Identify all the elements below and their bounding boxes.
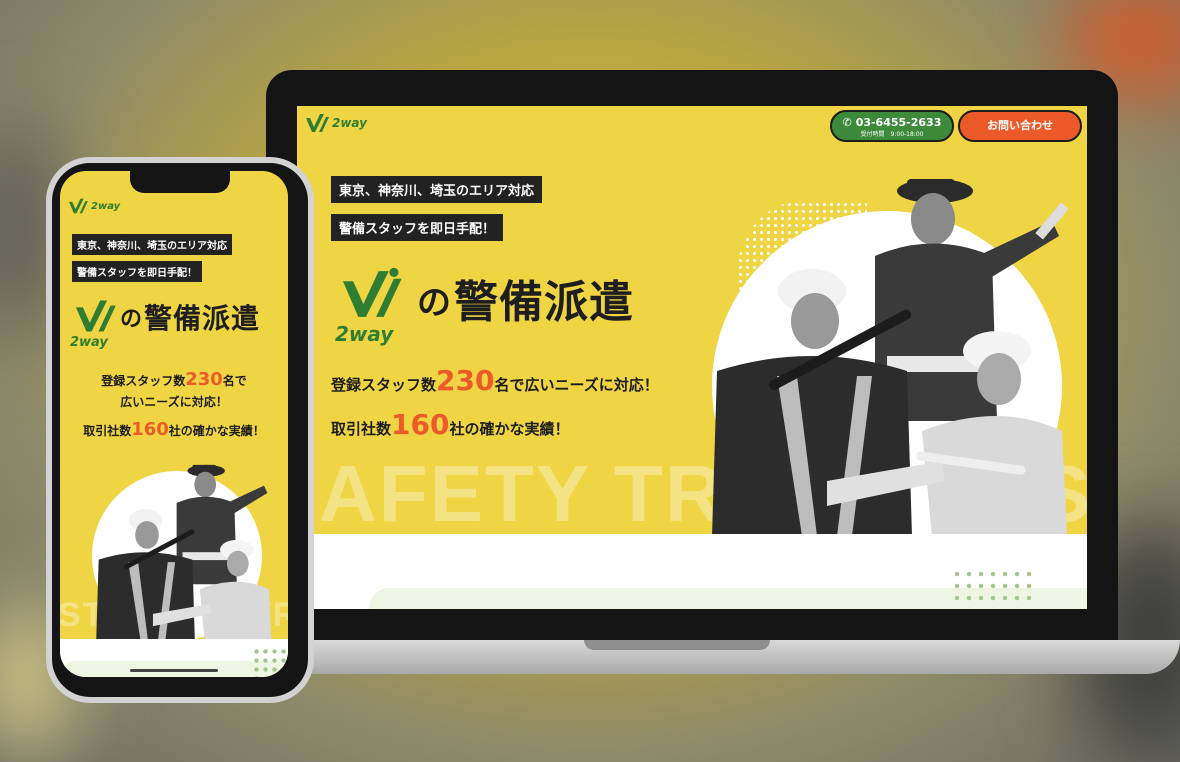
mobile-stat-staff: 登録スタッフ数230名で [60,369,288,390]
dispatch-tag: 警備スタッフを即日手配！ [72,261,202,282]
security-guards-image [712,179,1069,536]
phone-number: 03-6455-2633 [855,116,942,129]
stat-staff-number: 230 [185,369,223,390]
title-particle: の [120,307,144,332]
stat-clients-number: 160 [131,419,169,440]
stat-clients-pre: 取引社数 [331,420,392,438]
stat-clients-number: 160 [391,408,450,441]
stat-staff-post: 名で広いニーズに対応！ [494,376,659,394]
hero-logo-word: 2way [70,335,108,350]
phone-button[interactable]: ✆ 03-6455-2633 受付時間 9:00-18:00 [830,110,954,142]
home-indicator [130,669,218,672]
stat-clients-pre: 取引社数 [83,424,132,438]
phone-icon: ✆ [842,116,852,129]
stat-staff-pre: 登録スタッフ数 [331,376,437,394]
title-main: 警備派遣 [454,277,634,328]
title-particle: の [417,283,452,323]
area-tag: 東京、神奈川、埼玉のエリア対応 [331,176,543,203]
site-logo[interactable]: 2way [305,112,367,134]
stat-clients-post: 社の確かな実績！ [449,420,570,438]
stat-clients: 取引社数160社の確かな実績！ [331,408,569,441]
green-dot-pattern [252,647,288,677]
logo-word: 2way [91,200,121,212]
hero-logo: 2way [70,297,120,355]
hero-logo-word: 2way [335,322,394,346]
mobile-stat-staff-2: 広いニーズに対応！ [120,395,228,409]
stat-staff-number: 230 [436,364,495,397]
phone-frame: 2way 東京、神奈川、埼玉のエリア対応 警備スタッフを即日手配！ 2way の… [46,157,314,703]
dispatch-tag: 警備スタッフを即日手配！ [331,214,504,241]
logo-icon [69,198,88,214]
area-tag: 東京、神奈川、埼玉のエリア対応 [72,234,232,255]
stat-clients-post: 社の確かな実績！ [168,424,265,438]
green-dot-pattern [951,568,1035,608]
stat-staff-pre: 登録スタッフ数 [101,374,186,388]
stat-staff: 登録スタッフ数230名で広いニーズに対応！ [331,364,659,397]
laptop-frame: 2way ✆ 03-6455-2633 受付時間 9:00-18:00 お問い合… [266,70,1118,642]
mobile-logo[interactable]: 2way [68,197,120,215]
logo-icon [343,267,402,317]
laptop-notch [584,640,770,650]
mobile-site: 2way 東京、神奈川、埼玉のエリア対応 警備スタッフを即日手配！ 2way の… [60,171,288,677]
logo-word: 2way [332,116,367,130]
business-hours: 受付時間 9:00-18:00 [860,131,924,138]
logo-icon [306,114,329,132]
stat-staff-post: 名で [222,374,247,388]
mobile-hero-title: 2way の 警備派遣 [70,297,260,355]
hero-logo: 2way [335,266,415,346]
desktop-site: 2way ✆ 03-6455-2633 受付時間 9:00-18:00 お問い合… [297,106,1087,609]
hero-title: 2way の 警備派遣 [335,266,634,346]
contact-button[interactable]: お問い合わせ [958,110,1082,142]
logo-icon [76,300,116,332]
security-guards-image [96,464,272,641]
phone-notch [130,171,230,193]
mobile-stat-clients: 取引社数160社の確かな実績！ [60,419,288,440]
title-main: 警備派遣 [144,302,261,335]
